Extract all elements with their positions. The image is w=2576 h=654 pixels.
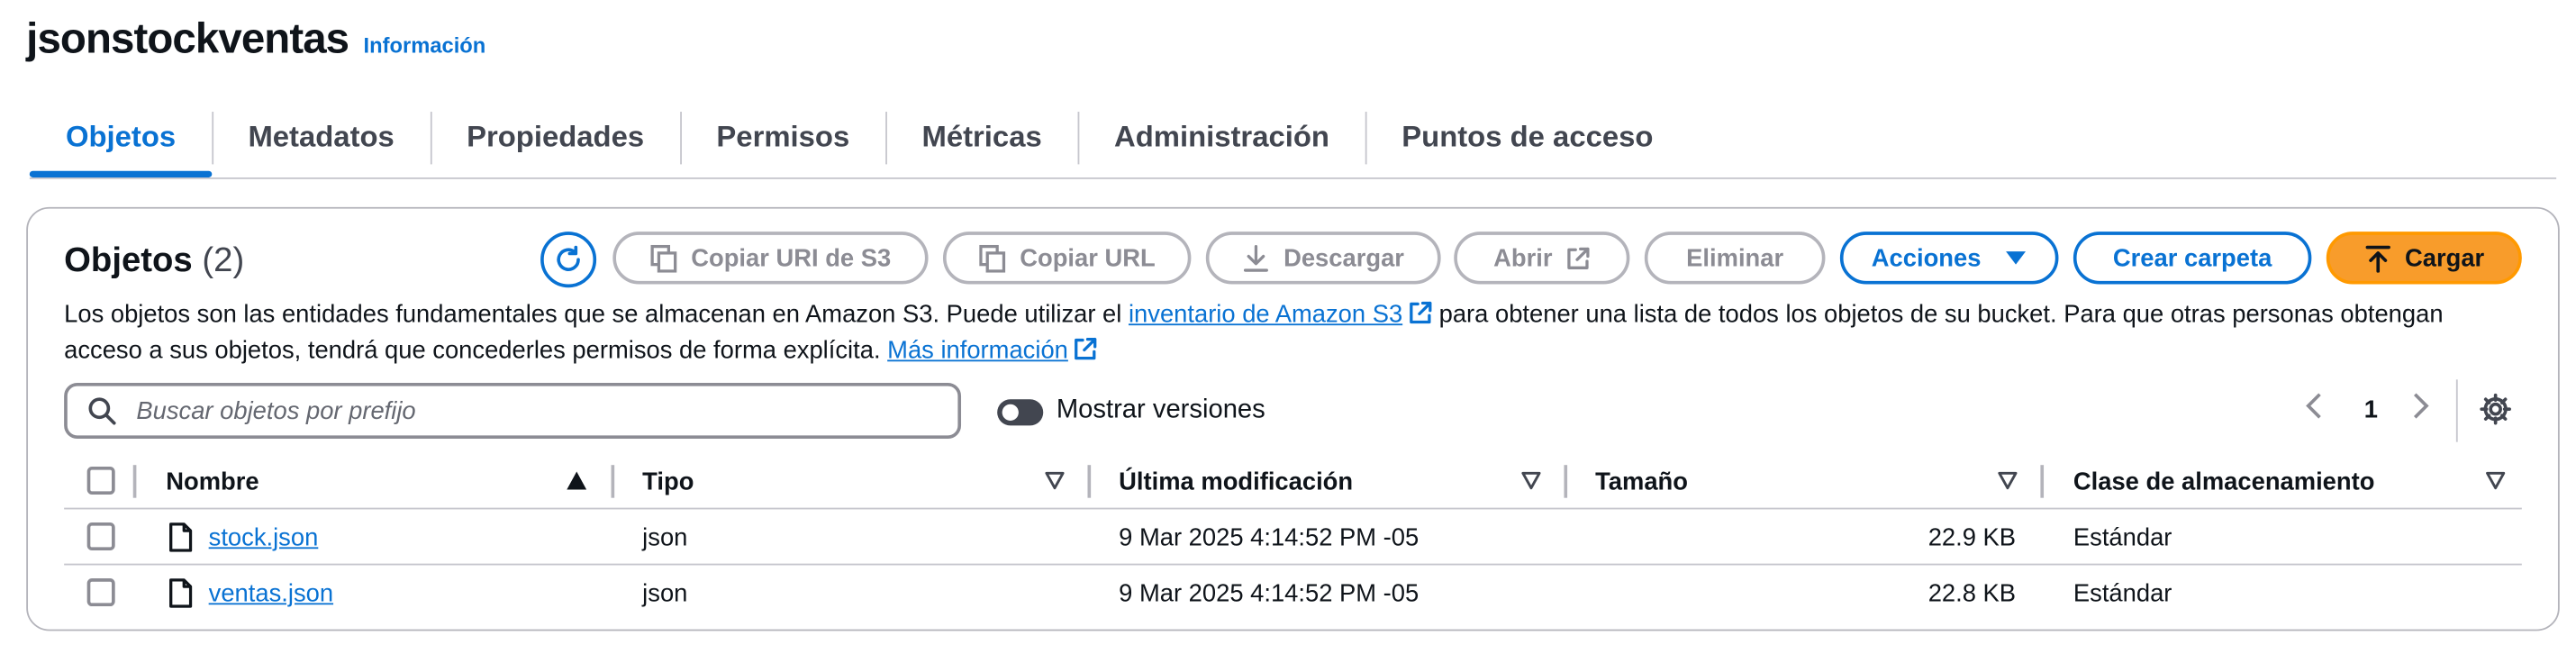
show-versions-toggle[interactable]: [997, 399, 1044, 426]
objects-container: Objetos (2) Copiar URI de S3 Copiar URL …: [26, 206, 2560, 631]
sort-icon[interactable]: [1045, 471, 1065, 490]
upload-button[interactable]: Cargar: [2326, 232, 2522, 285]
tab-bar: Objetos Metadatos Propiedades Permisos M…: [29, 102, 2557, 179]
tab-metadatos[interactable]: Metadatos: [212, 102, 431, 174]
file-icon: [169, 578, 193, 608]
more-info-label: Más información: [887, 336, 1068, 365]
upload-label: Cargar: [2404, 243, 2485, 272]
page-number[interactable]: 1: [2364, 396, 2378, 424]
search-icon: [88, 397, 116, 425]
create-folder-label: Crear carpeta: [2112, 243, 2272, 272]
download-button[interactable]: Descargar: [1205, 232, 1441, 285]
show-versions-label: Mostrar versiones: [1056, 395, 1265, 424]
external-link-icon: [1409, 301, 1431, 324]
column-header-type[interactable]: Tipo: [642, 468, 694, 496]
column-divider: [1087, 465, 1092, 498]
search-input[interactable]: [132, 395, 929, 427]
table-header-divider: [64, 507, 2522, 510]
refresh-icon: [557, 245, 580, 271]
object-last-modified: 9 Mar 2025 4:14:52 PM -05: [1119, 523, 1420, 552]
info-link[interactable]: Información: [364, 32, 486, 57]
column-divider: [1564, 465, 1568, 498]
tab-propiedades[interactable]: Propiedades: [430, 102, 680, 174]
file-icon: [169, 522, 193, 552]
copy-icon: [978, 244, 1005, 272]
objects-heading: Objetos (2): [64, 241, 244, 281]
sort-icon[interactable]: [1521, 471, 1541, 490]
chevron-left-icon[interactable]: [2305, 393, 2325, 419]
column-header-size[interactable]: Tamaño: [1595, 468, 1688, 496]
objects-count: (2): [202, 241, 245, 280]
create-folder-button[interactable]: Crear carpeta: [2073, 232, 2312, 285]
download-label: Descargar: [1283, 243, 1404, 272]
pagination-divider: [2455, 379, 2458, 442]
tab-objetos[interactable]: Objetos: [29, 102, 213, 177]
object-size: 22.8 KB: [1927, 579, 2017, 608]
upload-icon: [2365, 244, 2390, 272]
object-last-modified: 9 Mar 2025 4:14:52 PM -05: [1119, 579, 1420, 608]
more-info-link[interactable]: Más información: [887, 337, 1098, 365]
external-link-icon: [1567, 246, 1590, 269]
objects-title: Objetos: [64, 241, 193, 280]
open-label: Abrir: [1493, 243, 1553, 272]
delete-button[interactable]: Eliminar: [1644, 232, 1826, 285]
column-header-name[interactable]: Nombre: [166, 468, 259, 496]
copy-url-label: Copiar URL: [1020, 243, 1156, 272]
object-storage-class: Estándar: [2073, 579, 2172, 608]
column-divider: [2040, 465, 2045, 498]
gear-icon[interactable]: [2479, 393, 2511, 425]
row-divider: [64, 563, 2522, 566]
inventory-link[interactable]: inventario de Amazon S3: [1129, 301, 1432, 329]
copy-url-button[interactable]: Copiar URL: [942, 232, 1192, 285]
description-text-1: Los objetos son las entidades fundamenta…: [64, 300, 1129, 329]
open-button[interactable]: Abrir: [1454, 232, 1630, 285]
search-field[interactable]: [64, 382, 962, 440]
object-storage-class: Estándar: [2073, 523, 2172, 552]
delete-label: Eliminar: [1686, 243, 1784, 272]
tab-administracion[interactable]: Administración: [1077, 102, 1365, 174]
select-all-checkbox[interactable]: [86, 467, 115, 495]
column-divider: [132, 465, 137, 498]
actions-dropdown-button[interactable]: Acciones: [1839, 232, 2059, 285]
column-header-storage-class[interactable]: Clase de almacenamiento: [2073, 468, 2375, 496]
tab-puntos-de-acceso[interactable]: Puntos de acceso: [1365, 102, 1689, 174]
actions-label: Acciones: [1871, 243, 1982, 272]
tab-metricas[interactable]: Métricas: [885, 102, 1077, 174]
sort-icon[interactable]: [1998, 471, 2018, 490]
column-header-last-modified[interactable]: Última modificación: [1119, 468, 1353, 496]
sort-icon[interactable]: [2486, 471, 2506, 490]
object-name-link[interactable]: stock.json: [209, 524, 319, 552]
object-name-link[interactable]: ventas.json: [209, 580, 333, 608]
copy-icon: [649, 244, 676, 272]
row-checkbox[interactable]: [86, 522, 115, 551]
caret-down-icon: [2005, 251, 2026, 265]
object-size: 22.9 KB: [1927, 523, 2017, 552]
column-divider: [611, 465, 615, 498]
external-link-icon: [1075, 338, 1097, 360]
copy-s3-uri-label: Copiar URI de S3: [691, 243, 892, 272]
refresh-button[interactable]: [540, 232, 597, 288]
sort-ascending-icon[interactable]: [567, 471, 587, 490]
inventory-link-label: inventario de Amazon S3: [1128, 300, 1403, 329]
download-icon: [1244, 244, 1269, 271]
objects-description: Los objetos son las entidades fundamenta…: [64, 297, 2479, 369]
row-checkbox[interactable]: [86, 578, 115, 607]
chevron-right-icon[interactable]: [2410, 393, 2430, 419]
bucket-title: jsonstockventas: [26, 13, 349, 63]
copy-s3-uri-button[interactable]: Copiar URI de S3: [612, 232, 929, 285]
tab-permisos[interactable]: Permisos: [680, 102, 885, 174]
page-header: jsonstockventas Información: [26, 14, 485, 65]
object-type: json: [642, 523, 688, 552]
object-type: json: [642, 579, 688, 608]
